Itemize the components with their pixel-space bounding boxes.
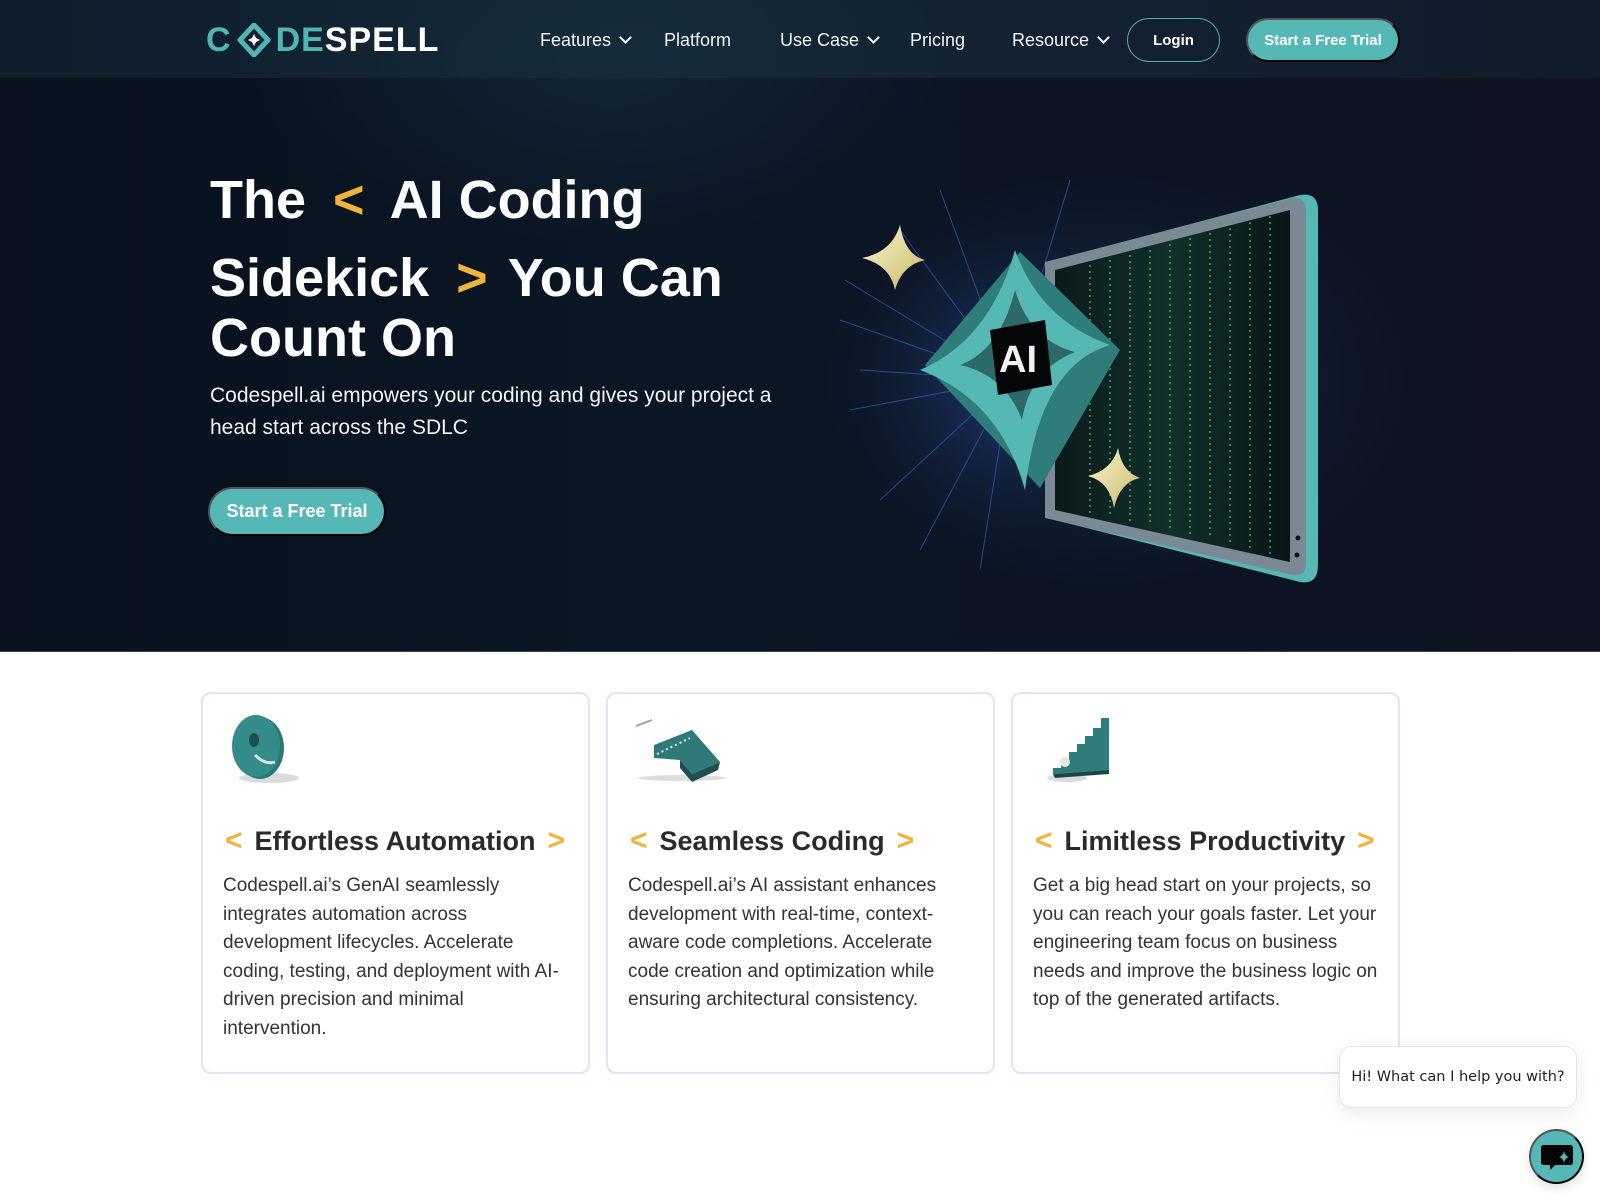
feature-card-description: Codespell.ai’s GenAI seamlessly integrat… — [223, 875, 559, 1039]
chevron-down-icon — [1097, 31, 1110, 44]
nav-free-trial-button[interactable]: Start a Free Trial — [1246, 18, 1400, 62]
ring-icon — [227, 710, 327, 790]
nav-item-label: Platform — [664, 30, 732, 50]
hero-title-word: AI Coding — [389, 170, 645, 230]
logo-word-spell: SPELL — [324, 20, 440, 59]
bracket-close-icon: > — [896, 824, 915, 857]
nav-item-features[interactable]: Features — [540, 26, 632, 54]
bracket-close-icon: > — [1357, 824, 1375, 857]
hero-illustration: AI — [830, 170, 1360, 610]
nav-item-platform[interactable]: Platform — [664, 26, 731, 54]
logo-letter-c: C — [206, 20, 232, 59]
feature-card-coding: < Seamless Coding > Codespell.ai’s AI as… — [606, 692, 995, 1074]
hero-section: C DE SPELL Features Platform Use Case Pr… — [0, 0, 1600, 652]
navbar: C DE SPELL Features Platform Use Case Pr… — [0, 0, 1600, 78]
feature-card-automation: < Effortless Automation > Codespell.ai’s… — [201, 692, 590, 1074]
logo[interactable]: C DE SPELL — [206, 20, 440, 59]
bracket-open-icon: < — [630, 824, 648, 857]
hero-title-line-1: The < AI Coding — [210, 170, 645, 230]
feature-card-title: < Effortless Automation > — [225, 824, 565, 858]
bracket-close-icon: > — [456, 248, 488, 308]
block-icon — [632, 710, 732, 790]
chevron-down-icon — [867, 31, 880, 44]
feature-card-title: < Seamless Coding > — [630, 824, 914, 858]
hero-divider — [0, 651, 1600, 652]
chevron-down-icon — [619, 31, 632, 44]
hero-title-word: The — [210, 170, 307, 230]
nav-item-label: Resource — [1012, 30, 1090, 50]
nav-item-resource[interactable]: Resource — [1012, 26, 1110, 54]
hero-title-line-3: Count On — [210, 308, 456, 368]
logo-diamond-icon — [234, 22, 274, 58]
bracket-close-icon: > — [547, 824, 566, 857]
nav-item-label: Features — [540, 30, 612, 50]
bracket-open-icon: < — [333, 170, 365, 230]
hero-subtitle: Codespell.ai empowers your coding and gi… — [210, 384, 772, 439]
feature-title-text: Effortless Automation — [254, 825, 536, 856]
hero-free-trial-button[interactable]: Start a Free Trial — [208, 487, 386, 536]
feature-card-title: < Limitless Productivity > — [1035, 824, 1375, 858]
feature-title-text: Seamless Coding — [659, 825, 885, 856]
hero-title-line-2: Sidekick > You Can — [210, 248, 723, 308]
logo-letters-de: DE — [275, 20, 325, 59]
stairs-icon — [1037, 710, 1137, 790]
chat-sparkle-icon — [1540, 1144, 1573, 1170]
feature-card-productivity: < Limitless Productivity > Get a big hea… — [1011, 692, 1400, 1074]
nav-item-use-case[interactable]: Use Case — [780, 26, 880, 54]
login-button[interactable]: Login — [1127, 18, 1220, 62]
chat-launcher-button[interactable] — [1529, 1129, 1584, 1184]
nav-item-label: Pricing — [910, 30, 966, 50]
chat-greeting-bubble[interactable]: Hi! What can I help you with? — [1339, 1046, 1577, 1108]
feature-title-text: Limitless Productivity — [1064, 825, 1346, 856]
hero-title-word: Sidekick — [210, 248, 430, 308]
feature-card-description: Codespell.ai’s AI assistant enhances dev… — [628, 875, 937, 1010]
feature-card-description: Get a big head start on your projects, s… — [1033, 875, 1378, 1010]
bracket-open-icon: < — [1035, 824, 1053, 857]
bracket-open-icon: < — [225, 824, 243, 857]
hero-title-word: You Can — [507, 248, 723, 308]
nav-item-pricing[interactable]: Pricing — [910, 26, 965, 54]
ai-label: AI — [999, 339, 1037, 381]
nav-item-label: Use Case — [780, 30, 860, 50]
